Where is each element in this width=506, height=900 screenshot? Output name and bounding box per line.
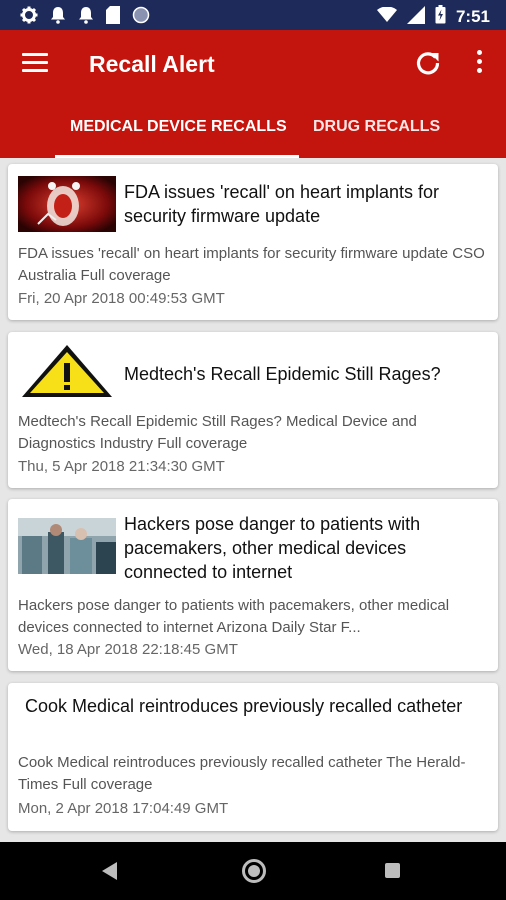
recall-card[interactable]: Cook Medical reintroduces previously rec… (8, 683, 498, 831)
recall-card[interactable]: FDA issues 'recall' on heart implants fo… (8, 164, 498, 320)
home-icon[interactable] (242, 859, 266, 883)
card-description: Hackers pose danger to patients with pac… (18, 597, 450, 636)
tab-bar: MEDICAL DEVICE RECALLS DRUG RECALLS (0, 110, 506, 158)
status-bar-notifications (20, 6, 150, 29)
hamburger-menu-icon[interactable] (22, 53, 48, 75)
status-bar-system: 7:51 (376, 5, 490, 29)
card-date: Thu, 5 Apr 2018 21:34:30 GMT (18, 458, 225, 475)
recall-card[interactable]: Medtech's Recall Epidemic Still Rages? M… (8, 332, 498, 488)
back-icon[interactable] (102, 862, 117, 880)
card-date: Wed, 18 Apr 2018 22:18:45 GMT (18, 641, 238, 658)
card-title: Medtech's Recall Epidemic Still Rages? (124, 364, 441, 384)
recall-list[interactable]: FDA issues 'recall' on heart implants fo… (0, 158, 506, 842)
warning-sign-icon (18, 343, 116, 399)
card-date: Mon, 2 Apr 2018 17:04:49 GMT (18, 800, 229, 817)
card-description: FDA issues 'recall' on heart implants fo… (18, 245, 485, 284)
wifi-icon (376, 6, 397, 28)
recent-apps-icon[interactable] (385, 863, 400, 878)
recall-card[interactable]: Hackers pose danger to patients with pac… (8, 499, 498, 671)
status-bar-time: 7:51 (455, 7, 490, 26)
more-vert-icon[interactable] (472, 50, 486, 78)
card-description: Medtech's Recall Epidemic Still Rages? M… (18, 413, 417, 452)
card-title: Cook Medical reintroduces previously rec… (25, 696, 463, 716)
card-title: Hackers pose danger to patients with pac… (124, 514, 421, 582)
card-description: Cook Medical reintroduces previously rec… (18, 754, 466, 793)
tab-medical-device-recalls[interactable]: MEDICAL DEVICE RECALLS (70, 118, 287, 136)
article-thumbnail (18, 176, 116, 232)
app-title: Recall Alert (89, 51, 215, 77)
signal-icon (406, 5, 425, 29)
system-navigation-bar (0, 842, 506, 900)
battery-icon (435, 5, 446, 29)
card-title: FDA issues 'recall' on heart implants fo… (124, 182, 439, 226)
notification-bell-icon (78, 6, 94, 29)
status-bar: 7:51 (0, 0, 506, 30)
tab-drug-recalls[interactable]: DRUG RECALLS (313, 118, 440, 136)
refresh-icon[interactable] (414, 49, 442, 77)
sd-card-icon (106, 6, 120, 29)
circle-icon (132, 6, 150, 29)
card-date: Fri, 20 Apr 2018 00:49:53 GMT (18, 290, 225, 307)
settings-icon (20, 6, 38, 29)
article-thumbnail (18, 518, 116, 574)
app-bar: Recall Alert MEDICAL DEVICE RECALLS DRUG… (0, 30, 506, 158)
notification-bell-icon (50, 6, 66, 29)
